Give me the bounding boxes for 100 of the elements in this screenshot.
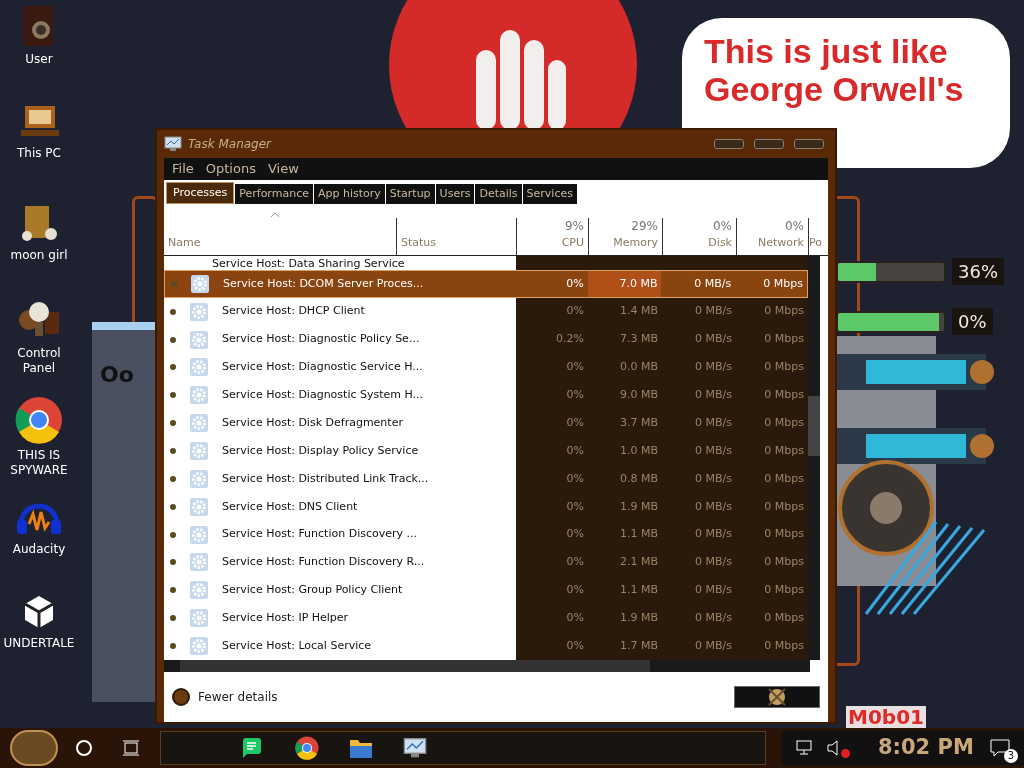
desktop-shortcut[interactable]: THIS IS SPYWARE [0, 396, 78, 494]
usage-value: 7.0 MB [619, 275, 658, 292]
desktop-shortcut[interactable]: User [0, 4, 78, 102]
gear-icon [190, 553, 208, 572]
process-row[interactable]: Service Host: DNS Client 0% 1.9 MB 0 MB/s 0 Mbps [164, 492, 808, 521]
maximize-button[interactable] [754, 139, 784, 149]
usage-value: 0% [566, 387, 584, 404]
usage-value: 0% [566, 359, 584, 376]
desktop-shortcut[interactable]: Audacity [0, 494, 78, 592]
minimize-button[interactable] [714, 139, 744, 149]
tab[interactable]: Users [435, 184, 475, 204]
shortcut-label: UNDERTALE [3, 636, 75, 651]
tab[interactable]: Services [522, 184, 577, 204]
folder-icon[interactable] [349, 737, 373, 759]
gear-icon [190, 386, 208, 405]
network-icon[interactable] [796, 740, 814, 756]
column-header[interactable]: 29% Memory [588, 218, 662, 255]
scroll-thumb[interactable] [180, 660, 650, 672]
usage-value: 1.0 MB [619, 442, 658, 459]
usage-value: 0% [566, 637, 584, 654]
menu-item[interactable]: View [267, 159, 299, 179]
column-header[interactable]: Name [164, 204, 396, 255]
usage-value: 0.0 MB [619, 359, 658, 376]
desktop-shortcut[interactable]: This PC [0, 102, 78, 200]
panel-text: Oo [100, 362, 134, 387]
browser-icon[interactable] [295, 736, 319, 760]
usage-value: 0 Mbps [764, 331, 804, 348]
gear-icon [190, 525, 208, 544]
process-row[interactable]: Service Host: Local Service 0% 1.7 MB 0 MB/s 0 Mbps [164, 632, 808, 660]
process-row[interactable]: Service Host: Group Policy Client 0% 1.1 MB 0 MB/s 0 Mbps [164, 576, 808, 605]
chat-bubble-icon[interactable] [241, 737, 263, 759]
column-label: Status [401, 234, 438, 251]
scroll-thumb[interactable] [808, 396, 820, 456]
usage-value: 0% [566, 609, 584, 626]
end-task-button[interactable] [734, 686, 820, 708]
process-row[interactable]: Service Host: Distributed Link Track... 0% 0.8 MB 0 MB/s 0 Mbps [164, 464, 808, 493]
tab[interactable]: Performance [235, 184, 313, 204]
start-button[interactable] [10, 730, 58, 766]
window-title: Task Manager [188, 136, 272, 153]
shortcut-label: moon girl [10, 248, 68, 263]
fewer-details-link[interactable]: Fewer details [198, 688, 278, 706]
usage-value: 1.9 MB [619, 498, 658, 515]
usage-value: 0 Mbps [764, 442, 804, 459]
bullet-icon [170, 503, 176, 510]
process-name: Service Host: Distributed Link Track... [222, 470, 429, 487]
notification-count: 3 [1004, 749, 1018, 763]
process-row[interactable]: Service Host: DCOM Server Proces... 0% 7.0 MB 0 MB/s 0 Mbps [164, 269, 808, 298]
bullet-icon [170, 392, 176, 399]
tab[interactable]: App history [313, 184, 385, 204]
usage-value: 3.7 MB [619, 414, 658, 431]
process-row[interactable]: Service Host: Diagnostic Service H... 0% 0.0 MB 0 MB/s 0 Mbps [164, 353, 808, 382]
usage-value: 0 MB/s [695, 303, 732, 320]
desktop-shortcut[interactable]: moon girl [0, 200, 78, 298]
bullet-icon [170, 531, 176, 538]
process-row[interactable]: Service Host: Function Discovery ... 0% 1.1 MB 0 MB/s 0 Mbps [164, 520, 808, 549]
close-button[interactable] [794, 139, 824, 149]
gear-icon [190, 637, 208, 656]
gear-icon [190, 609, 208, 628]
process-row[interactable]: Service Host: Diagnostic System H... 0% 9.0 MB 0 MB/s 0 Mbps [164, 381, 808, 410]
column-header[interactable]: Status [396, 218, 516, 255]
column-header[interactable]: 0% Disk [662, 218, 736, 255]
column-header[interactable]: 0% Network [736, 218, 808, 255]
bullet-icon [170, 364, 176, 371]
process-row[interactable]: Service Host: Disk Defragmenter 0% 3.7 MB 0 MB/s 0 Mbps [164, 409, 808, 438]
menu-item[interactable]: File [172, 159, 194, 179]
process-row[interactable]: Service Host: Display Policy Service 0% 1.0 MB 0 MB/s 0 Mbps [164, 437, 808, 465]
notification-icon[interactable] [990, 739, 1010, 757]
column-header[interactable]: Po [808, 218, 826, 255]
monitor-chart-icon[interactable] [403, 737, 427, 759]
shortcut-label: User [25, 52, 53, 67]
shortcut-label: Audacity [12, 542, 66, 557]
tab[interactable]: Details [475, 184, 522, 204]
speech-text: George Orwell's [704, 70, 965, 108]
horizontal-scrollbar[interactable] [164, 660, 810, 672]
column-header[interactable]: 9% CPU [516, 218, 588, 255]
tab[interactable]: Startup [385, 184, 435, 204]
tab[interactable]: Processes [166, 182, 235, 204]
column-total: 0% [712, 218, 732, 235]
process-row[interactable]: Service Host: Function Discovery R... 0% 2.1 MB 0 MB/s 0 Mbps [164, 548, 808, 577]
desktop-shortcut[interactable]: Control Panel [0, 298, 78, 396]
process-name: Service Host: Group Policy Client [222, 582, 403, 599]
gear-icon [190, 442, 208, 461]
usage-value: 9.0 MB [619, 387, 658, 404]
process-row[interactable]: Service Host: DHCP Client 0% 1.4 MB 0 MB/s 0 Mbps [164, 297, 808, 326]
gear-icon [190, 414, 208, 433]
task-view-icon[interactable] [122, 740, 140, 756]
gear-icon [191, 274, 209, 293]
bullet-icon [170, 587, 176, 594]
process-row[interactable]: Service Host: IP Helper 0% 1.9 MB 0 MB/s 0 Mbps [164, 604, 808, 633]
clock[interactable]: 8:02 PM [878, 732, 974, 764]
usage-value: 0 MB/s [695, 554, 732, 571]
usage-value: 0% [566, 275, 584, 292]
process-row[interactable]: Service Host: Diagnostic Policy Se... 0.2% 7.3 MB 0 MB/s 0 Mbps [164, 325, 808, 354]
desktop-shortcut[interactable]: UNDERTALE [0, 592, 78, 690]
vertical-scrollbar[interactable] [808, 256, 820, 660]
usage-value: 0 MB/s [695, 609, 732, 626]
shortcut-label: This PC [17, 146, 61, 161]
collapse-icon [172, 688, 190, 706]
menu-item[interactable]: Options [205, 159, 256, 179]
usage-value: 0 MB/s [695, 387, 732, 404]
